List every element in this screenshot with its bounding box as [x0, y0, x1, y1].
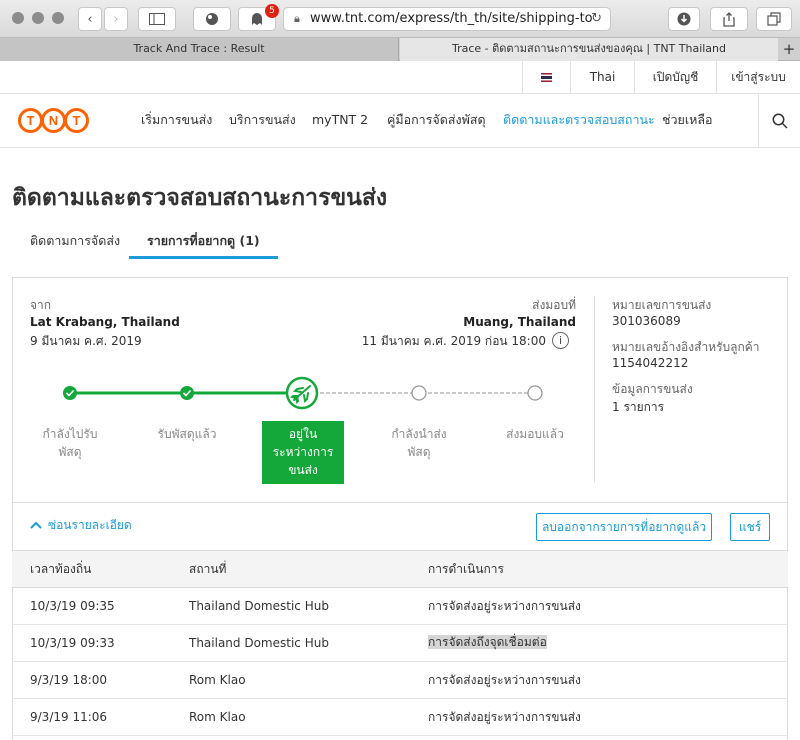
- notification-badge: 5: [265, 4, 279, 18]
- stage-collected: รับพัสดุแล้ว: [157, 427, 217, 441]
- forward-button[interactable]: ›: [104, 7, 128, 31]
- table-row: 10/3/19 09:35 Thailand Domestic Hub การจ…: [12, 588, 788, 625]
- tab-track-shipment[interactable]: ติดตามการจัดส่ง: [30, 232, 120, 259]
- share-browser-button[interactable]: [710, 7, 748, 31]
- ghostery-button[interactable]: 5: [238, 4, 279, 31]
- nav-shipping-guide[interactable]: คู่มือการจัดส่งพัสดุ: [387, 94, 486, 148]
- back-button[interactable]: ‹: [78, 7, 102, 31]
- globe-icon: [206, 13, 218, 25]
- tnt-logo[interactable]: TNT: [18, 108, 89, 133]
- browser-tab-tnt-trace[interactable]: Trace - ติดตามสถานะการขนส่งของคุณ | TNT …: [400, 38, 778, 61]
- new-tab-button[interactable]: +: [778, 38, 800, 61]
- browser-tab-strip: Track And Trace : Result Trace - ติดตามส…: [0, 38, 800, 61]
- tab-watchlist[interactable]: รายการที่อยากดู (1): [129, 232, 278, 259]
- reload-icon[interactable]: ↻: [591, 8, 602, 30]
- nav-help[interactable]: ช่วยเหลือ: [662, 94, 713, 148]
- chevron-left-icon: ‹: [87, 11, 93, 27]
- tracking-number-value: 301036089: [612, 314, 681, 328]
- stage-2-check-icon: [180, 386, 194, 400]
- table-row: 9/3/19 18:00 Rom Klao การจัดส่งอยู่ระหว่…: [12, 662, 788, 699]
- stage-collecting: กำลังไปรับ พัสดุ: [42, 427, 98, 459]
- stage-out-for-delivery: กำลังนำส่ง พัสดุ: [391, 427, 447, 459]
- download-icon: [677, 12, 691, 26]
- table-row: 10/3/19 09:33 Thailand Domestic Hub การจ…: [12, 625, 788, 662]
- from-label: จาก: [30, 298, 52, 312]
- table-row: 9/3/19 11:06 Rom Klao การจัดส่งอยู่ระหว่…: [12, 699, 788, 736]
- tab-overview-button[interactable]: [756, 7, 792, 31]
- login-link[interactable]: เข้าสู่ระบบ: [716, 61, 800, 93]
- address-bar[interactable]: 🔒︎ www.tnt.com/express/th_th/site/shippi…: [283, 7, 611, 31]
- stage-1-check-icon: [63, 386, 77, 400]
- info-icon[interactable]: i: [552, 332, 569, 349]
- stage-in-transit: อยู่ใน ระหว่างการ ขนส่ง: [262, 421, 344, 484]
- main-navigation: TNT เริ่มการขนส่ง บริการขนส่ง myTNT 2 คู…: [0, 94, 800, 148]
- chevron-right-icon: ›: [113, 11, 119, 27]
- section-divider: [12, 502, 788, 503]
- ghost-icon: [252, 13, 262, 25]
- share-icon: [723, 11, 735, 27]
- customer-reference-label: หมายเลขอ้างอิงสำหรับลูกค้า: [612, 340, 760, 354]
- nav-track-and-trace[interactable]: ติดตามและตรวจสอบสถานะ: [503, 94, 655, 148]
- sidebar-icon: [149, 13, 165, 25]
- open-account-link[interactable]: เปิดบัญชี: [634, 61, 716, 93]
- sidebar-button[interactable]: [138, 7, 176, 31]
- chevron-up-icon: [30, 521, 42, 529]
- hide-details-toggle[interactable]: ซ่อนรายละเอียด: [30, 516, 132, 535]
- history-table-header: เวลาท้องถิ่น สถานที่ การดำเนินการ: [12, 550, 788, 588]
- minimize-window-button[interactable]: [32, 12, 44, 24]
- extension-button[interactable]: [193, 7, 231, 31]
- language-selector[interactable]: Thai: [570, 61, 634, 93]
- to-label: ส่งมอบที่: [532, 298, 576, 312]
- column-location: สถานที่: [189, 562, 227, 576]
- from-place: Lat Krabang, Thailand: [30, 315, 180, 329]
- highlighted-action-text: การจัดส่งถึงจุดเชื่อมต่อ: [428, 635, 547, 649]
- browser-tab-track-result[interactable]: Track And Trace : Result: [0, 38, 399, 61]
- share-button[interactable]: แชร์: [730, 513, 770, 541]
- search-icon: [772, 113, 788, 129]
- tabs-icon: [767, 12, 781, 26]
- plane-icon: [285, 376, 319, 410]
- close-window-button[interactable]: [12, 12, 24, 24]
- to-place: Muang, Thailand: [463, 315, 576, 329]
- url-text: www.tnt.com/express/th_th/site/shipping-…: [310, 11, 593, 26]
- to-date: 11 มีนาคม ค.ศ. 2019 ก่อน 18:00: [361, 334, 546, 348]
- shipment-info-label: ข้อมูลการขนส่ง: [612, 382, 693, 396]
- utility-bar: Thai เปิดบัญชี เข้าสู่ระบบ: [0, 61, 800, 94]
- stage-4-pending-icon: [411, 385, 427, 401]
- search-button[interactable]: [758, 94, 800, 148]
- column-action: การดำเนินการ: [428, 562, 504, 576]
- customer-reference-value: 1154042212: [612, 356, 689, 370]
- page-title: ติดตามและตรวจสอบสถานะการขนส่ง: [12, 185, 388, 211]
- lock-icon: 🔒︎: [294, 12, 300, 25]
- nav-mytnt[interactable]: myTNT 2: [312, 94, 368, 148]
- nav-shipping-services[interactable]: บริการขนส่ง: [229, 94, 296, 148]
- progress-tracker: [63, 376, 543, 410]
- column-local-time: เวลาท้องถิ่น: [30, 562, 92, 576]
- thai-flag-icon[interactable]: [522, 61, 570, 93]
- from-date: 9 มีนาคม ค.ศ. 2019: [30, 334, 142, 348]
- tracking-number-label: หมายเลขการขนส่ง: [612, 298, 712, 312]
- zoom-window-button[interactable]: [52, 12, 64, 24]
- remove-from-watchlist-button[interactable]: ลบออกจากรายการที่อยากดูแล้ว: [536, 513, 712, 541]
- downloads-button[interactable]: [668, 7, 700, 31]
- stage-5-pending-icon: [527, 385, 543, 401]
- browser-toolbar: ‹ › 5 🔒︎ www.tnt.com/express/th_th/site/…: [0, 0, 800, 38]
- stage-delivered: ส่งมอบแล้ว: [506, 427, 564, 441]
- shipment-info-value: 1 รายการ: [612, 400, 665, 414]
- nav-start-shipping[interactable]: เริ่มการขนส่ง: [141, 94, 212, 148]
